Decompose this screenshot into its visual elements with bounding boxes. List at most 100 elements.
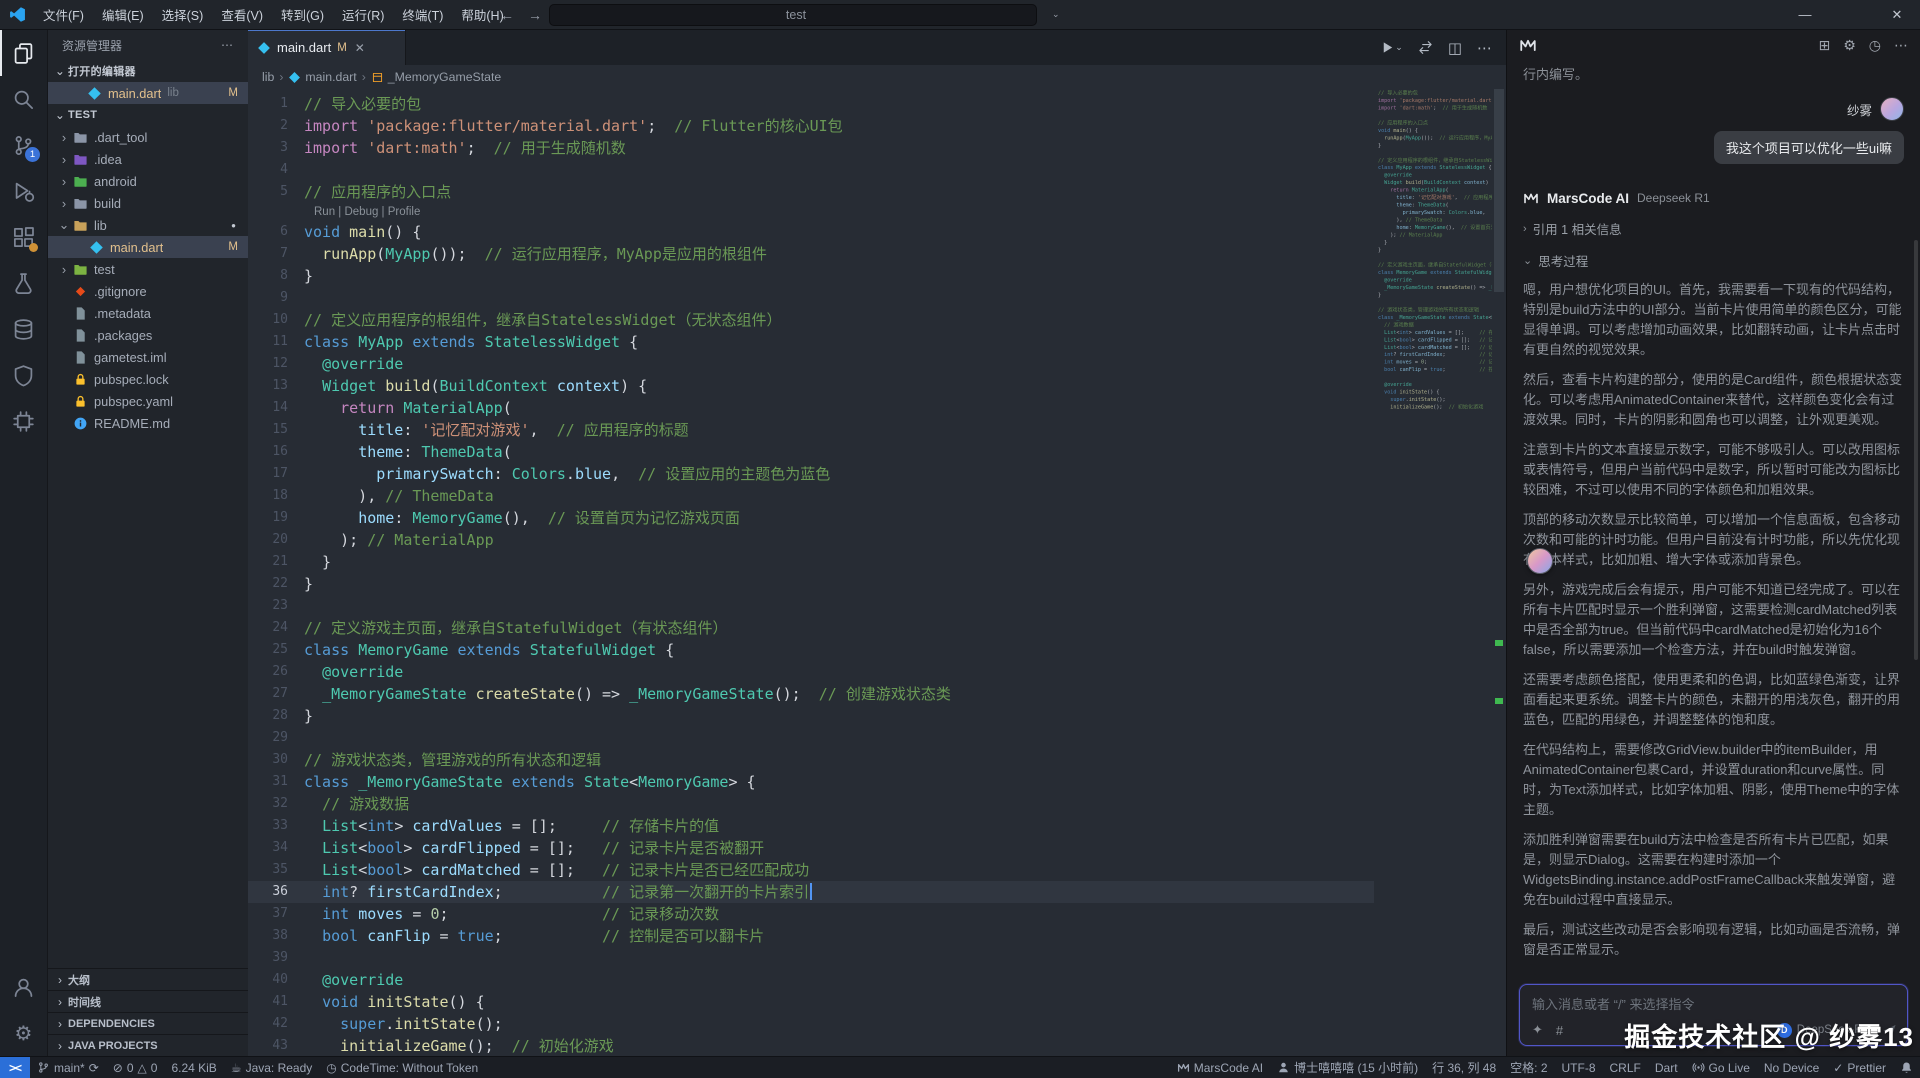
code-line-14[interactable]: 14 return MaterialApp(	[248, 397, 1374, 419]
code-line-41[interactable]: 41 void initState() {	[248, 991, 1374, 1013]
skills-icon[interactable]: ✦	[1532, 1022, 1543, 1038]
status-git-blame[interactable]: 博士嘻嘻嘻 (15 小时前)	[1270, 1057, 1425, 1078]
sidebar-section-时间线[interactable]: ›时间线	[48, 990, 248, 1012]
code-line-27[interactable]: 27 _MemoryGameState createState() => _Me…	[248, 683, 1374, 705]
code-line-40[interactable]: 40 @override	[248, 969, 1374, 991]
code-line-6[interactable]: 6 void main() {	[248, 221, 1374, 243]
code-line-1[interactable]: 1 // 导入必要的包	[248, 93, 1374, 115]
tree-item-pubspec.yaml[interactable]: pubspec.yaml	[48, 390, 248, 412]
tree-item-test[interactable]: › test	[48, 258, 248, 280]
code-line-24[interactable]: 24 // 定义游戏主页面，继承自StatefulWidget（有状态组件）	[248, 617, 1374, 639]
codelens-run-debug-profile[interactable]: Run | Debug | Profile	[248, 203, 1374, 221]
code-line-10[interactable]: 10 // 定义应用程序的根组件，继承自StatelessWidget（无状态组…	[248, 309, 1374, 331]
activity-account[interactable]	[0, 964, 47, 1010]
code-line-25[interactable]: 25 class MemoryGame extends StatefulWidg…	[248, 639, 1374, 661]
status-encoding[interactable]: UTF-8	[1555, 1057, 1603, 1078]
sidebar-section-JAVA PROJECTS[interactable]: ›JAVA PROJECTS	[48, 1034, 248, 1056]
menu-file[interactable]: 文件(F)	[34, 0, 93, 29]
menu-selection[interactable]: 选择(S)	[153, 0, 213, 29]
code-line-29[interactable]: 29	[248, 727, 1374, 749]
hash-icon[interactable]: #	[1556, 1023, 1563, 1038]
code-line-9[interactable]: 9	[248, 287, 1374, 309]
back-icon[interactable]: ←	[500, 7, 514, 23]
code-line-15[interactable]: 15 title: '记忆配对游戏', // 应用程序的标题	[248, 419, 1374, 441]
run-debug-button[interactable]: ⌄	[1380, 40, 1403, 55]
activity-testing[interactable]	[0, 260, 47, 306]
tree-item-.packages[interactable]: .packages	[48, 324, 248, 346]
code-line-35[interactable]: 35 List<bool> cardMatched = []; // 记录卡片是…	[248, 859, 1374, 881]
code-line-7[interactable]: 7 runApp(MyApp()); // 运行应用程序，MyApp是应用的根组…	[248, 243, 1374, 265]
tab-main-dart[interactable]: main.dart M ✕	[248, 30, 406, 65]
code-line-21[interactable]: 21 }	[248, 551, 1374, 573]
menu-terminal[interactable]: 终端(T)	[393, 0, 452, 29]
code-line-23[interactable]: 23	[248, 595, 1374, 617]
layout-secondary-toggle[interactable]	[1722, 0, 1752, 29]
status-java-status[interactable]: ☕Java: Ready	[224, 1057, 319, 1078]
code-line-3[interactable]: 3 import 'dart:math'; // 用于生成随机数	[248, 137, 1374, 159]
status-notifications[interactable]	[1893, 1057, 1920, 1078]
activity-devices[interactable]	[0, 398, 47, 444]
code-line-34[interactable]: 34 List<bool> cardFlipped = []; // 记录卡片是…	[248, 837, 1374, 859]
code-line-13[interactable]: 13 Widget build(BuildContext context) {	[248, 375, 1374, 397]
status-eol[interactable]: CRLF	[1603, 1057, 1648, 1078]
status-file-size[interactable]: 6.24 KiB	[164, 1057, 223, 1078]
minimize-button[interactable]: —	[1782, 0, 1828, 29]
gear-icon[interactable]: ⚙	[1843, 37, 1856, 54]
code-line-26[interactable]: 26 @override	[248, 661, 1374, 683]
status-language-mode[interactable]: Dart	[1648, 1057, 1685, 1078]
code-line-30[interactable]: 30 // 游戏状态类，管理游戏的所有状态和逻辑	[248, 749, 1374, 771]
open-editor-main.dart[interactable]: main.dart lib M	[48, 82, 248, 104]
minimap[interactable]: // 导入必要的包 import 'package:flutter/materi…	[1378, 89, 1492, 1056]
code-line-2[interactable]: 2 import 'package:flutter/material.dart'…	[248, 115, 1374, 137]
menu-edit[interactable]: 编辑(E)	[93, 0, 153, 29]
status-marscode[interactable]: MarsCode AI	[1170, 1057, 1270, 1078]
thinking-toggle[interactable]: ⌄ 思考过程	[1523, 251, 1904, 270]
activity-source-control[interactable]: 1	[0, 122, 47, 168]
more-actions-icon[interactable]: ⋯	[1894, 37, 1908, 54]
sidebar-section-大纲[interactable]: ›大纲	[48, 968, 248, 990]
layout-panel-toggle[interactable]	[1692, 0, 1722, 29]
code-line-18[interactable]: 18 ), // ThemeData	[248, 485, 1374, 507]
code-line-16[interactable]: 16 theme: ThemeData(	[248, 441, 1374, 463]
code-line-28[interactable]: 28 }	[248, 705, 1374, 727]
code-line-12[interactable]: 12 @override	[248, 353, 1374, 375]
layout-sidebar-toggle[interactable]	[1662, 0, 1692, 29]
status-remote[interactable]: ><	[0, 1057, 30, 1078]
more-actions-icon[interactable]: ⋯	[1477, 39, 1492, 57]
tree-item-main.dart[interactable]: main.dart M	[48, 236, 248, 258]
status-branch[interactable]: main*⟳	[30, 1057, 106, 1078]
code-line-42[interactable]: 42 super.initState();	[248, 1013, 1374, 1035]
code-line-36[interactable]: 36 int? firstCardIndex; // 记录第一次翻开的卡片索引	[248, 881, 1374, 903]
code-line-11[interactable]: 11 class MyApp extends StatelessWidget {	[248, 331, 1374, 353]
activity-search[interactable]	[0, 76, 47, 122]
menu-goto[interactable]: 转到(G)	[272, 0, 333, 29]
forward-icon[interactable]: →	[528, 7, 542, 23]
code-line-39[interactable]: 39	[248, 947, 1374, 969]
tree-item-build[interactable]: › build	[48, 192, 248, 214]
status-problems[interactable]: ⊘0△0	[106, 1057, 165, 1078]
activity-security[interactable]	[0, 352, 47, 398]
code-line-31[interactable]: 31 class _MemoryGameState extends State<…	[248, 771, 1374, 793]
layout-customize[interactable]	[1752, 0, 1782, 29]
code-line-8[interactable]: 8 }	[248, 265, 1374, 287]
tree-item-lib[interactable]: ⌄ lib ●	[48, 214, 248, 236]
status-indentation[interactable]: 空格: 2	[1503, 1057, 1554, 1078]
tree-item-.gitignore[interactable]: .gitignore	[48, 280, 248, 302]
split-editor-icon[interactable]: ◫	[1448, 39, 1462, 57]
reference-toggle[interactable]: › 引用 1 相关信息	[1523, 219, 1904, 238]
command-center-search[interactable]: test	[549, 4, 1037, 26]
tree-item-.idea[interactable]: › .idea	[48, 148, 248, 170]
menu-run[interactable]: 运行(R)	[333, 0, 393, 29]
code-line-19[interactable]: 19 home: MemoryGame(), // 设置首页为记忆游戏页面	[248, 507, 1374, 529]
chat-scrollbar[interactable]	[1914, 240, 1918, 660]
code-line-32[interactable]: 32 // 游戏数据	[248, 793, 1374, 815]
project-header[interactable]: ⌄ TEST	[48, 104, 248, 126]
activity-explorer[interactable]	[0, 30, 47, 76]
tree-item-.dart_tool[interactable]: › .dart_tool	[48, 126, 248, 148]
code-line-5[interactable]: 5 // 应用程序的入口点	[248, 181, 1374, 203]
breadcrumb-item[interactable]: _MemoryGameState	[371, 70, 501, 84]
open-editors-header[interactable]: ⌄ 打开的编辑器	[48, 60, 248, 82]
code-line-4[interactable]: 4	[248, 159, 1374, 181]
tree-item-README.md[interactable]: README.md	[48, 412, 248, 434]
code-line-20[interactable]: 20 ); // MaterialApp	[248, 529, 1374, 551]
